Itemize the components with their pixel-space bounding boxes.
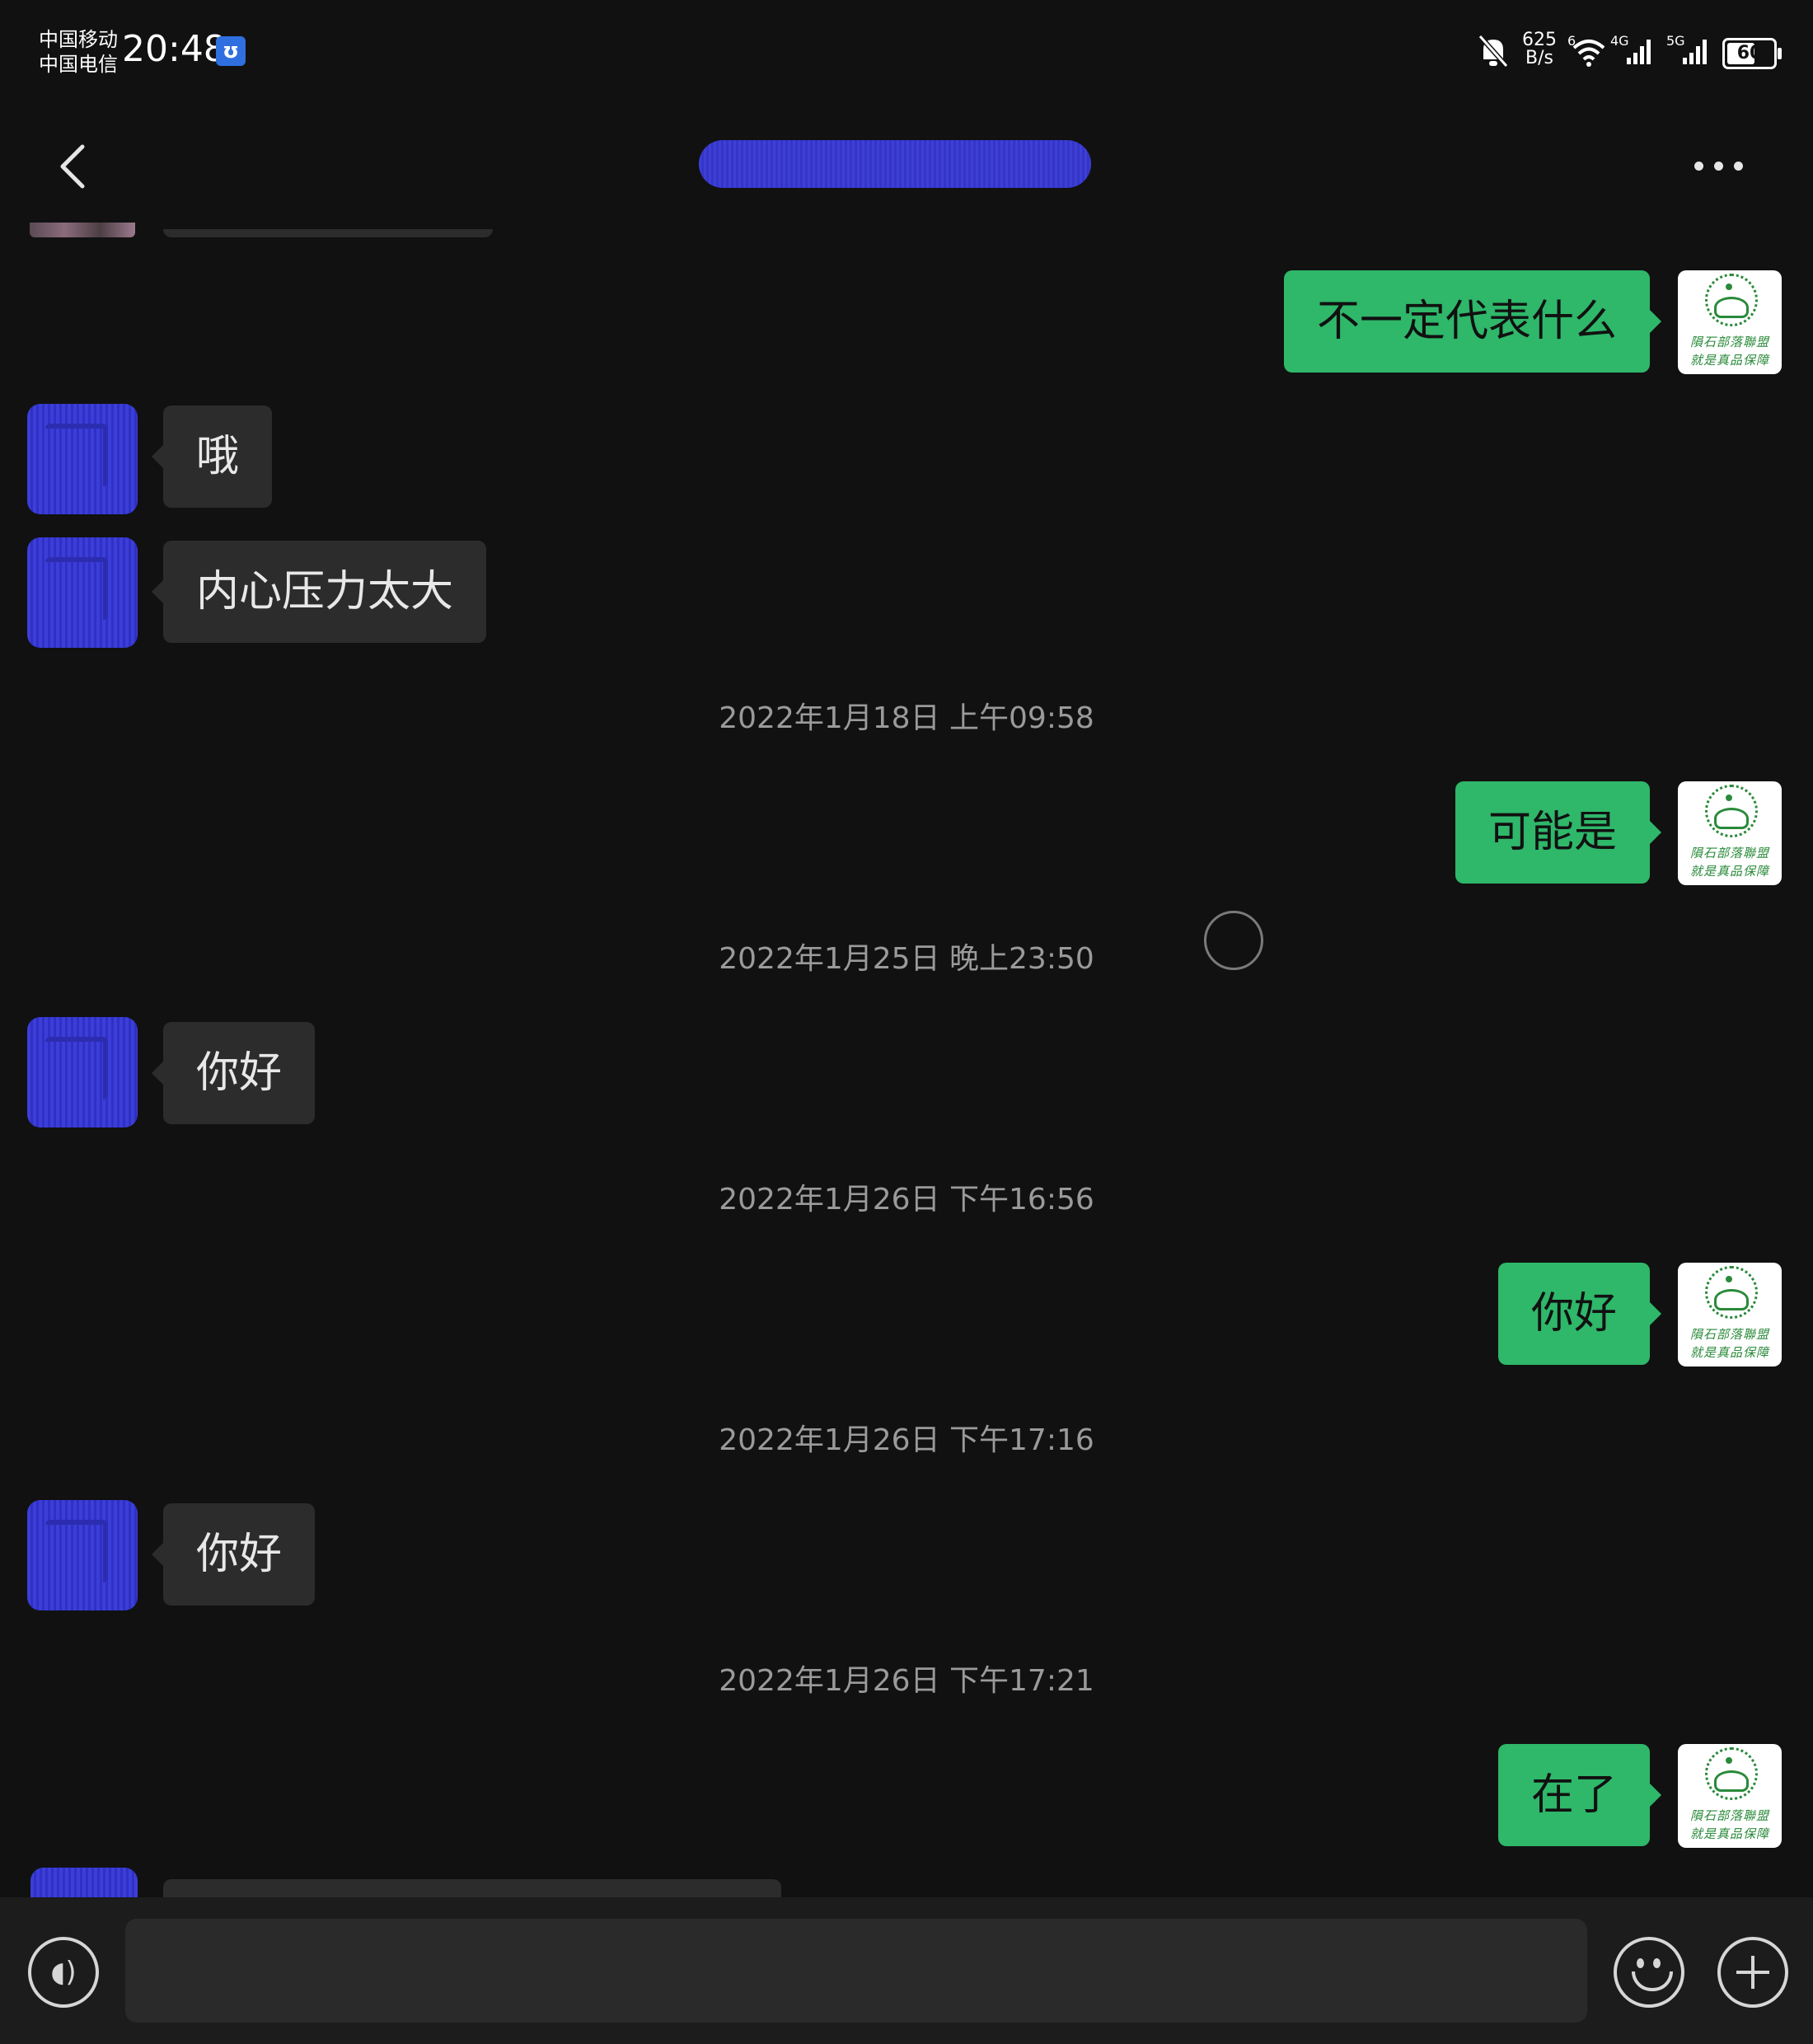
silent-bell-icon [1478,35,1509,68]
app-badge-icon: ʊ [216,36,246,66]
more-button[interactable] [1694,162,1744,171]
avatar-sent[interactable]: 隕石部落聯盟 就是真品保障 [1678,781,1782,885]
avatar-sent-line1: 隕石部落聯盟 [1689,335,1769,349]
avatar-received[interactable] [27,1017,138,1127]
voice-icon: ◖) [50,1956,77,1989]
avatar-sent-line2: 就是真品保障 [1689,1826,1769,1841]
avatar-sent[interactable]: 隕石部落聯盟 就是真品保障 [1678,1744,1782,1848]
net-speed-value: 625 [1522,30,1557,50]
message-timestamp: 2022年1月18日 上午09:58 [719,701,1094,735]
wifi-icon [1572,40,1605,67]
avatar-sent[interactable]: 隕石部落聯盟 就是真品保障 [1678,270,1782,374]
message-bubble-partial [163,229,493,237]
avatar-partial [30,223,135,237]
scroll-indicator [1204,911,1263,970]
signal-icon-2 [1683,40,1707,64]
avatar-sent[interactable]: 隕石部落聯盟 就是真品保障 [1678,1263,1782,1367]
carrier-2: 中国电信 [39,53,118,76]
message-bubble-sent[interactable]: 可能是 [1455,781,1662,884]
avatar-sent-line1: 隕石部落聯盟 [1689,846,1769,860]
message-input[interactable] [125,1919,1587,2023]
message-bubble-received[interactable]: 内心压力太大 [151,541,487,643]
chat-title-redacted [699,140,1091,188]
signal-icon [1627,40,1651,64]
avatar-sent-line1: 隕石部落聯盟 [1689,1808,1769,1823]
emoji-button[interactable] [1614,1937,1684,2008]
battery-level: 60 [1736,43,1763,63]
message-bubble-received[interactable]: 哦 [151,406,273,508]
avatar-sent-line1: 隕石部落聯盟 [1689,1327,1769,1342]
plus-button[interactable] [1717,1937,1788,2008]
carrier-1: 中国移动 [39,28,118,51]
avatar-received[interactable] [27,537,138,648]
avatar-sent-line2: 就是真品保障 [1689,1345,1769,1360]
avatar-received[interactable] [27,1500,138,1610]
chevron-left-icon [60,144,85,189]
message-timestamp: 2022年1月26日 下午16:56 [719,1183,1094,1217]
net-speed-unit: B/s [1525,48,1553,68]
message-timestamp: 2022年1月25日 晚上23:50 [719,942,1094,976]
message-timestamp: 2022年1月26日 下午17:21 [719,1664,1094,1698]
battery-icon: 60 [1722,38,1782,69]
message-bubble-sent[interactable]: 你好 [1497,1263,1662,1365]
avatar-sent-line2: 就是真品保障 [1689,353,1769,368]
message-timestamp: 2022年1月26日 下午17:16 [719,1423,1094,1457]
voice-button[interactable]: ◖) [28,1937,99,2008]
avatar-received[interactable] [27,404,138,514]
message-bubble-sent[interactable]: 在了 [1497,1744,1662,1846]
message-bubble-received[interactable]: 你好 [151,1022,316,1124]
message-bubble-sent[interactable]: 不一定代表什么 [1283,270,1662,373]
status-time: 20:48 [122,28,227,70]
message-bubble-received[interactable]: 你好 [151,1503,316,1606]
back-button[interactable] [53,142,89,191]
avatar-sent-line2: 就是真品保障 [1689,864,1769,879]
